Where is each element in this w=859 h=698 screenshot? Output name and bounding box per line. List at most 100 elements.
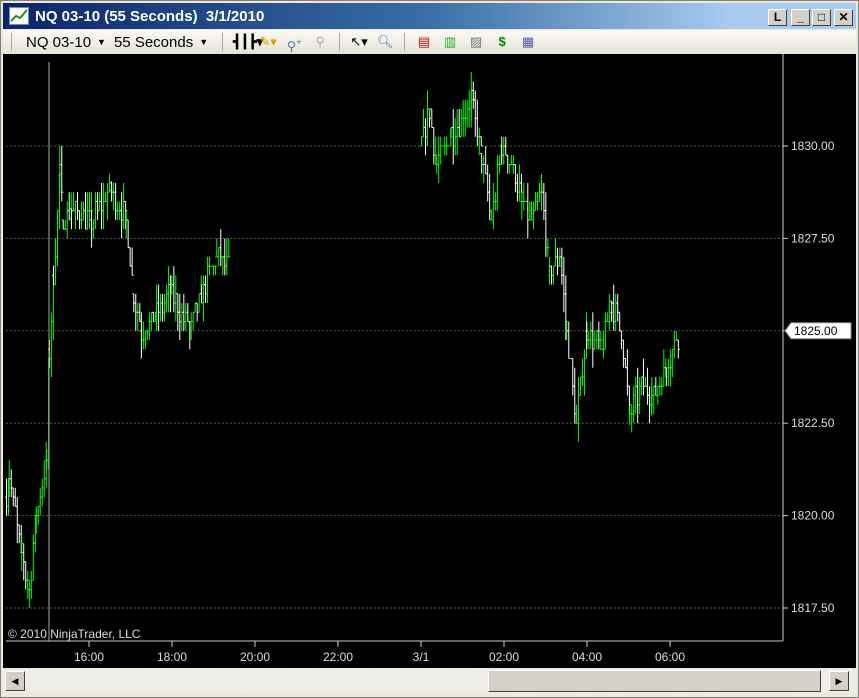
- price-bar: [5, 478, 8, 516]
- price-bar: [652, 385, 656, 414]
- close-button[interactable]: ✕: [834, 9, 853, 26]
- price-bar: [522, 182, 526, 211]
- price-bar: [61, 219, 65, 230]
- price-bar: [632, 386, 636, 424]
- chart-canvas[interactable]: 1830.00 1827.50 1825.00 1822.50 1820.00 1817.…: [3, 54, 856, 668]
- price-bar: [221, 256, 225, 276]
- copyright-text: © 2010 NinjaTrader, LLC: [8, 627, 141, 641]
- price-bar: [193, 302, 197, 313]
- price-bar: [122, 182, 126, 230]
- price-bar: [200, 284, 204, 304]
- scroll-right-arrow-icon[interactable]: ▶: [829, 671, 849, 691]
- time-tick-label: 20:00: [240, 650, 270, 664]
- price-bar: [74, 200, 78, 230]
- time-tick-label: 04:00: [572, 650, 602, 664]
- interval-selector[interactable]: 55 Seconds ▼: [114, 34, 216, 51]
- price-bar: [180, 303, 184, 331]
- price-bar: [643, 377, 647, 387]
- time-tick-label: 18:00: [157, 650, 187, 664]
- toolbar-grip: [11, 33, 12, 51]
- price-bar: [212, 265, 216, 276]
- price-bar: [610, 300, 614, 322]
- price-bar: [650, 377, 654, 416]
- pencil-drawing-icon[interactable]: ✎▾: [259, 34, 277, 50]
- price-tick-label: 1830.00: [791, 139, 835, 153]
- price-bar: [580, 358, 584, 387]
- horizontal-scrollbar[interactable]: ◀ ▶: [3, 669, 856, 693]
- price-bar: [124, 200, 128, 230]
- strategies-icon[interactable]: ▥: [441, 34, 459, 50]
- zoom-out-icon[interactable]: ⚲: [311, 34, 329, 50]
- price-bar: [128, 247, 132, 267]
- instrument-selector[interactable]: NQ 03-10 ▼: [18, 34, 114, 51]
- divider: [222, 33, 224, 51]
- minimize-button[interactable]: _: [791, 9, 810, 26]
- price-bar: [29, 571, 33, 599]
- price-bar: [40, 478, 44, 507]
- price-bar: [623, 358, 627, 369]
- indicators-icon[interactable]: ▤: [415, 34, 433, 50]
- price-bar: [186, 303, 190, 323]
- price-bar: [31, 534, 35, 581]
- price-bar: [120, 192, 124, 239]
- price-bar: [217, 247, 221, 267]
- title-bar[interactable]: NQ 03-10 (55 Seconds) 3/1/2010 L _ □ ✕: [3, 3, 856, 29]
- price-bar: [63, 219, 67, 230]
- price-bar: [139, 312, 143, 359]
- divider: [339, 33, 341, 51]
- price-bar: [206, 256, 210, 304]
- price-bar: [92, 219, 96, 239]
- price-bar: [437, 136, 441, 183]
- chart-properties-icon[interactable]: ▨: [467, 34, 485, 50]
- price-bar: [138, 303, 142, 323]
- magnifier-icon[interactable]: 🔍︎: [376, 34, 394, 50]
- price-bar: [477, 127, 481, 156]
- price-bar: [571, 358, 575, 396]
- scroll-left-arrow-icon[interactable]: ◀: [5, 671, 25, 691]
- price-bar: [546, 238, 550, 257]
- price-bar: [599, 330, 603, 350]
- price-bar: [84, 192, 88, 230]
- price-bar: [15, 497, 19, 544]
- cursor-icon[interactable]: ↖▾: [350, 34, 368, 50]
- price-bar: [184, 303, 188, 331]
- price-bar: [645, 367, 649, 405]
- time-tick-label: 02:00: [489, 650, 519, 664]
- price-bar: [420, 136, 423, 147]
- maximize-button[interactable]: □: [812, 9, 831, 26]
- zoom-in-icon[interactable]: ⚲+: [285, 34, 303, 53]
- price-bar: [26, 571, 30, 599]
- price-bar: [508, 163, 512, 174]
- price-bar: [573, 367, 577, 424]
- price-bar: [601, 330, 605, 359]
- price-bar: [567, 321, 571, 360]
- price-bar: [130, 247, 134, 276]
- price-bar: [124, 210, 128, 239]
- price-chart[interactable]: 1830.00 1827.50 1825.00 1822.50 1820.00 1817.…: [3, 54, 856, 668]
- price-bar: [143, 330, 147, 350]
- price-bar: [227, 238, 231, 258]
- price-bar: [578, 376, 582, 396]
- price-bar: [202, 275, 206, 322]
- price-bar: [24, 561, 28, 590]
- bar-style-icon[interactable]: ┫┃┣▾: [233, 34, 263, 50]
- price-bar: [204, 275, 208, 304]
- price-tick-label: 1820.00: [791, 509, 835, 523]
- price-bar: [585, 321, 589, 350]
- price-bar: [172, 266, 176, 313]
- price-bar: [104, 192, 108, 202]
- scroll-thumb[interactable]: [488, 670, 821, 692]
- price-bar: [58, 146, 62, 195]
- window-title: NQ 03-10 (55 Seconds) 3/1/2010: [35, 7, 265, 25]
- price-bar: [182, 293, 186, 331]
- dollar-orders-icon[interactable]: $: [493, 34, 511, 50]
- price-bar: [634, 377, 638, 414]
- price-bar: [597, 321, 601, 350]
- price-bar: [618, 311, 622, 332]
- price-bar: [72, 192, 76, 212]
- price-bar: [449, 127, 453, 147]
- link-button[interactable]: L: [768, 9, 787, 26]
- price-bar: [479, 136, 483, 147]
- time-tick-label: 16:00: [74, 650, 104, 664]
- data-box-icon[interactable]: ▦: [519, 34, 537, 50]
